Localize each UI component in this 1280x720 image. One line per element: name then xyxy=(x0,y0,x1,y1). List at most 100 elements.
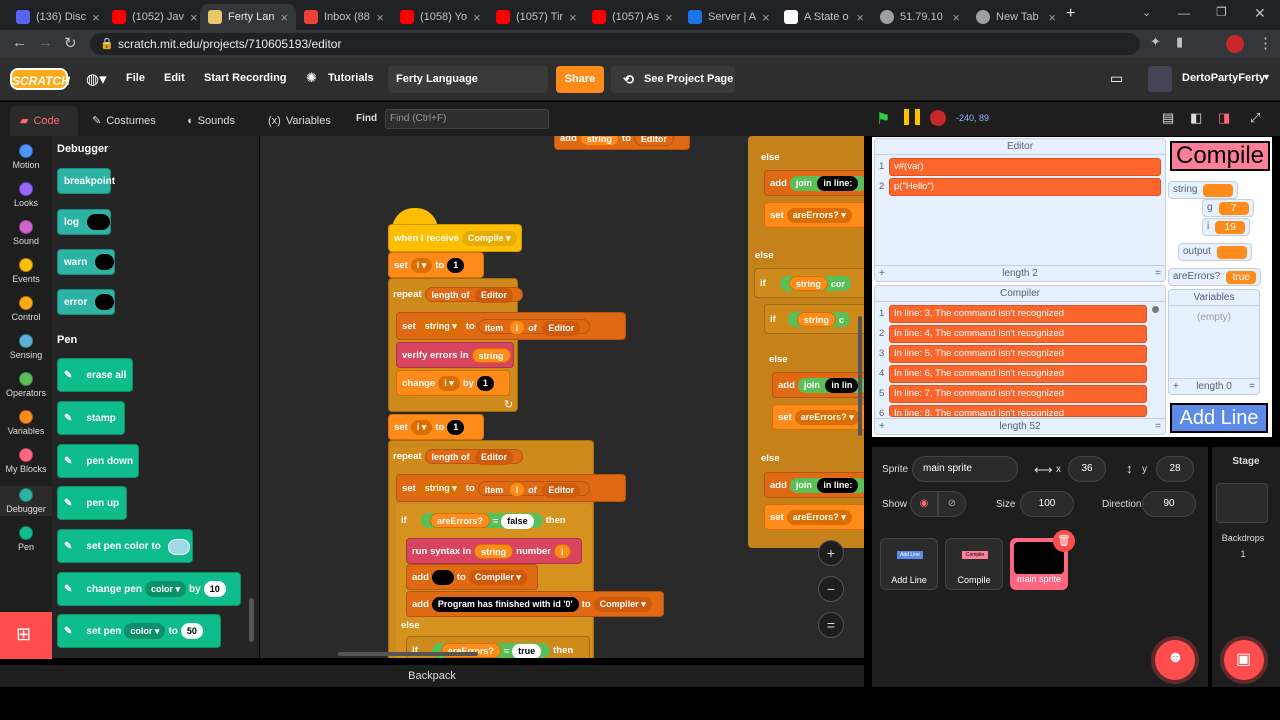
close-icon[interactable]: × xyxy=(1042,10,1056,25)
maximize-icon[interactable]: ❐ xyxy=(1216,5,1227,19)
add-to-list-block[interactable]: add string to Editor xyxy=(554,136,690,150)
variable-dropdown[interactable]: i ▾ xyxy=(410,257,433,273)
pen-down-block[interactable]: ✎ pen down xyxy=(57,444,139,478)
zoom-reset-button[interactable]: = xyxy=(818,612,844,638)
direction-input[interactable]: 90 xyxy=(1142,491,1196,517)
share-button[interactable]: Share xyxy=(556,66,604,93)
set-string-to-item-block[interactable]: set string ▾ to item i of Editor xyxy=(396,474,626,502)
reload-icon[interactable]: ↻ xyxy=(64,34,77,52)
category-looks[interactable]: Looks xyxy=(0,182,52,208)
sprite-thumb-add-line[interactable]: Add Line Add Line xyxy=(880,538,938,590)
list-item[interactable]: p("Hello") xyxy=(889,178,1161,196)
tutorials-menu[interactable]: Tutorials xyxy=(328,72,374,84)
browser-tab[interactable]: (1052) Jav × xyxy=(104,4,200,30)
browser-tab[interactable]: Server | A × xyxy=(680,4,776,30)
change-variable-block[interactable]: change i ▾ by 1 xyxy=(396,370,510,396)
category-variables[interactable]: Variables xyxy=(0,410,52,436)
stamp-block[interactable]: ✎ stamp xyxy=(57,401,125,435)
list-item[interactable]: In line: 7, The command isn't recognized xyxy=(889,385,1147,403)
close-icon[interactable]: × xyxy=(467,10,481,25)
set-pen-block[interactable]: ✎ set pen color ▾ to 50 xyxy=(57,614,221,648)
category-sound[interactable]: Sound xyxy=(0,220,52,246)
category-my-blocks[interactable]: My Blocks xyxy=(0,448,52,474)
tab-variables[interactable]: (x) Variables xyxy=(258,106,336,136)
set-variable-block[interactable]: set i ▾ to 1 xyxy=(388,414,484,440)
category-pen[interactable]: Pen xyxy=(0,526,52,552)
url-input[interactable]: 🔒 scratch.mit.edu/projects/710605193/edi… xyxy=(90,33,1140,55)
set-areerrors-block[interactable]: set areErrors? ▾ xyxy=(764,202,864,228)
add-extension-button[interactable]: ⊞ xyxy=(0,612,52,659)
add-finished-message-block[interactable]: add Program has finished with id '0' to Com… xyxy=(406,591,664,617)
zoom-in-button[interactable]: + xyxy=(818,540,844,566)
browser-tab[interactable]: Inbox (88 × xyxy=(296,4,392,30)
browser-tab-active[interactable]: Ferty Lan × xyxy=(200,4,296,30)
delete-sprite-icon[interactable]: 🗑 xyxy=(1053,530,1075,552)
close-icon[interactable]: × xyxy=(274,10,288,25)
project-title-input[interactable]: Ferty Language xyxy=(388,66,548,93)
close-icon[interactable]: × xyxy=(184,10,198,25)
variables-list-monitor[interactable]: Variables (empty) + length 0 = xyxy=(1168,289,1260,395)
editor-list-monitor[interactable]: Editor 1 v#(var) 2 p("Hello") + length 2 = xyxy=(874,138,1166,282)
fullscreen-icon[interactable]: ⤢ xyxy=(1250,110,1260,126)
browser-tab[interactable]: (136) Disc × xyxy=(8,4,104,30)
verify-errors-block[interactable]: verify errors in string xyxy=(396,342,514,368)
size-input[interactable]: 100 xyxy=(1020,491,1074,517)
list-item[interactable]: In line: 6, The command isn't recognized xyxy=(889,365,1147,383)
add-join-block[interactable]: add join in line: xyxy=(764,170,864,196)
edit-menu[interactable]: Edit xyxy=(164,72,185,84)
list-add-button[interactable]: + xyxy=(879,419,885,435)
new-tab-icon[interactable]: + xyxy=(1066,5,1075,23)
list-item[interactable]: In line: 5, The command isn't recognized xyxy=(889,345,1147,363)
browser-tab[interactable]: New Tab × xyxy=(968,4,1064,30)
close-icon[interactable]: × xyxy=(946,10,960,25)
list-add-button[interactable]: + xyxy=(879,266,885,282)
user-avatar[interactable] xyxy=(1148,66,1172,92)
close-icon[interactable]: × xyxy=(756,10,770,25)
sprite-thumb-compile[interactable]: Compile Compile xyxy=(945,538,1003,590)
sidebar-icon[interactable]: ▮ xyxy=(1176,34,1183,50)
y-input[interactable]: 28 xyxy=(1156,456,1194,482)
back-icon[interactable]: ← xyxy=(12,34,27,51)
minimize-icon[interactable]: — xyxy=(1178,6,1190,20)
language-globe-icon[interactable]: ◍▾ xyxy=(86,70,107,88)
start-recording-menu[interactable]: Start Recording xyxy=(204,72,287,84)
stage-thumbnail[interactable] xyxy=(1216,483,1268,523)
set-pen-color-block[interactable]: ✎ set pen color to xyxy=(57,529,193,563)
see-project-page-button[interactable]: ⟲ See Project Page xyxy=(611,66,735,93)
stage-canvas[interactable]: Editor 1 v#(var) 2 p("Hello") + length 2 =… xyxy=(872,137,1272,437)
pen-param-dropdown[interactable]: color ▾ xyxy=(144,581,187,597)
if-string-block[interactable]: if string cor xyxy=(754,268,864,298)
file-menu[interactable]: File xyxy=(126,72,145,84)
list-add-button[interactable]: + xyxy=(1173,379,1179,395)
sprite-name-input[interactable]: main sprite xyxy=(912,456,1018,482)
username[interactable]: DertoPartyFerty xyxy=(1182,72,1265,84)
browser-tab[interactable]: A State o × xyxy=(776,4,872,30)
add-join-block[interactable]: add join in line: xyxy=(764,472,864,498)
window-close-icon[interactable]: ✕ xyxy=(1254,5,1266,22)
if-string-block[interactable]: if string c xyxy=(764,304,864,334)
close-icon[interactable]: × xyxy=(659,10,673,25)
category-sensing[interactable]: Sensing xyxy=(0,334,52,360)
browser-tab[interactable]: (1058) Yo × xyxy=(392,4,488,30)
change-pen-block[interactable]: ✎ change pen color ▾ by 10 xyxy=(57,572,241,606)
error-block[interactable]: error xyxy=(57,289,115,315)
extensions-icon[interactable]: ✦ xyxy=(1150,34,1161,50)
more-menu-icon[interactable]: ⋮ xyxy=(1258,34,1273,52)
run-syntax-block[interactable]: run syntax in string number i xyxy=(406,538,582,564)
category-motion[interactable]: Motion xyxy=(0,144,52,170)
when-i-receive-block[interactable]: when I receive Compile ▾ xyxy=(388,224,522,252)
choose-sprite-button[interactable]: ☻ xyxy=(1155,640,1195,680)
show-visible-icon[interactable]: ◉ xyxy=(910,491,938,517)
list-item[interactable]: In line: 4, The command isn't recognized xyxy=(889,325,1147,343)
category-events[interactable]: Events xyxy=(0,258,52,284)
x-input[interactable]: 36 xyxy=(1068,456,1106,482)
add-to-compiler-block[interactable]: add to Compiler ▾ xyxy=(406,564,538,590)
set-variable-block[interactable]: set i ▾ to 1 xyxy=(388,252,484,278)
warn-block[interactable]: warn xyxy=(57,249,115,275)
stop-icon[interactable] xyxy=(930,110,946,126)
close-icon[interactable]: × xyxy=(850,10,864,25)
pause-icon[interactable] xyxy=(904,109,920,125)
color-swatch-input[interactable] xyxy=(168,539,190,555)
close-icon[interactable]: × xyxy=(563,10,577,25)
error-input[interactable] xyxy=(95,294,114,310)
